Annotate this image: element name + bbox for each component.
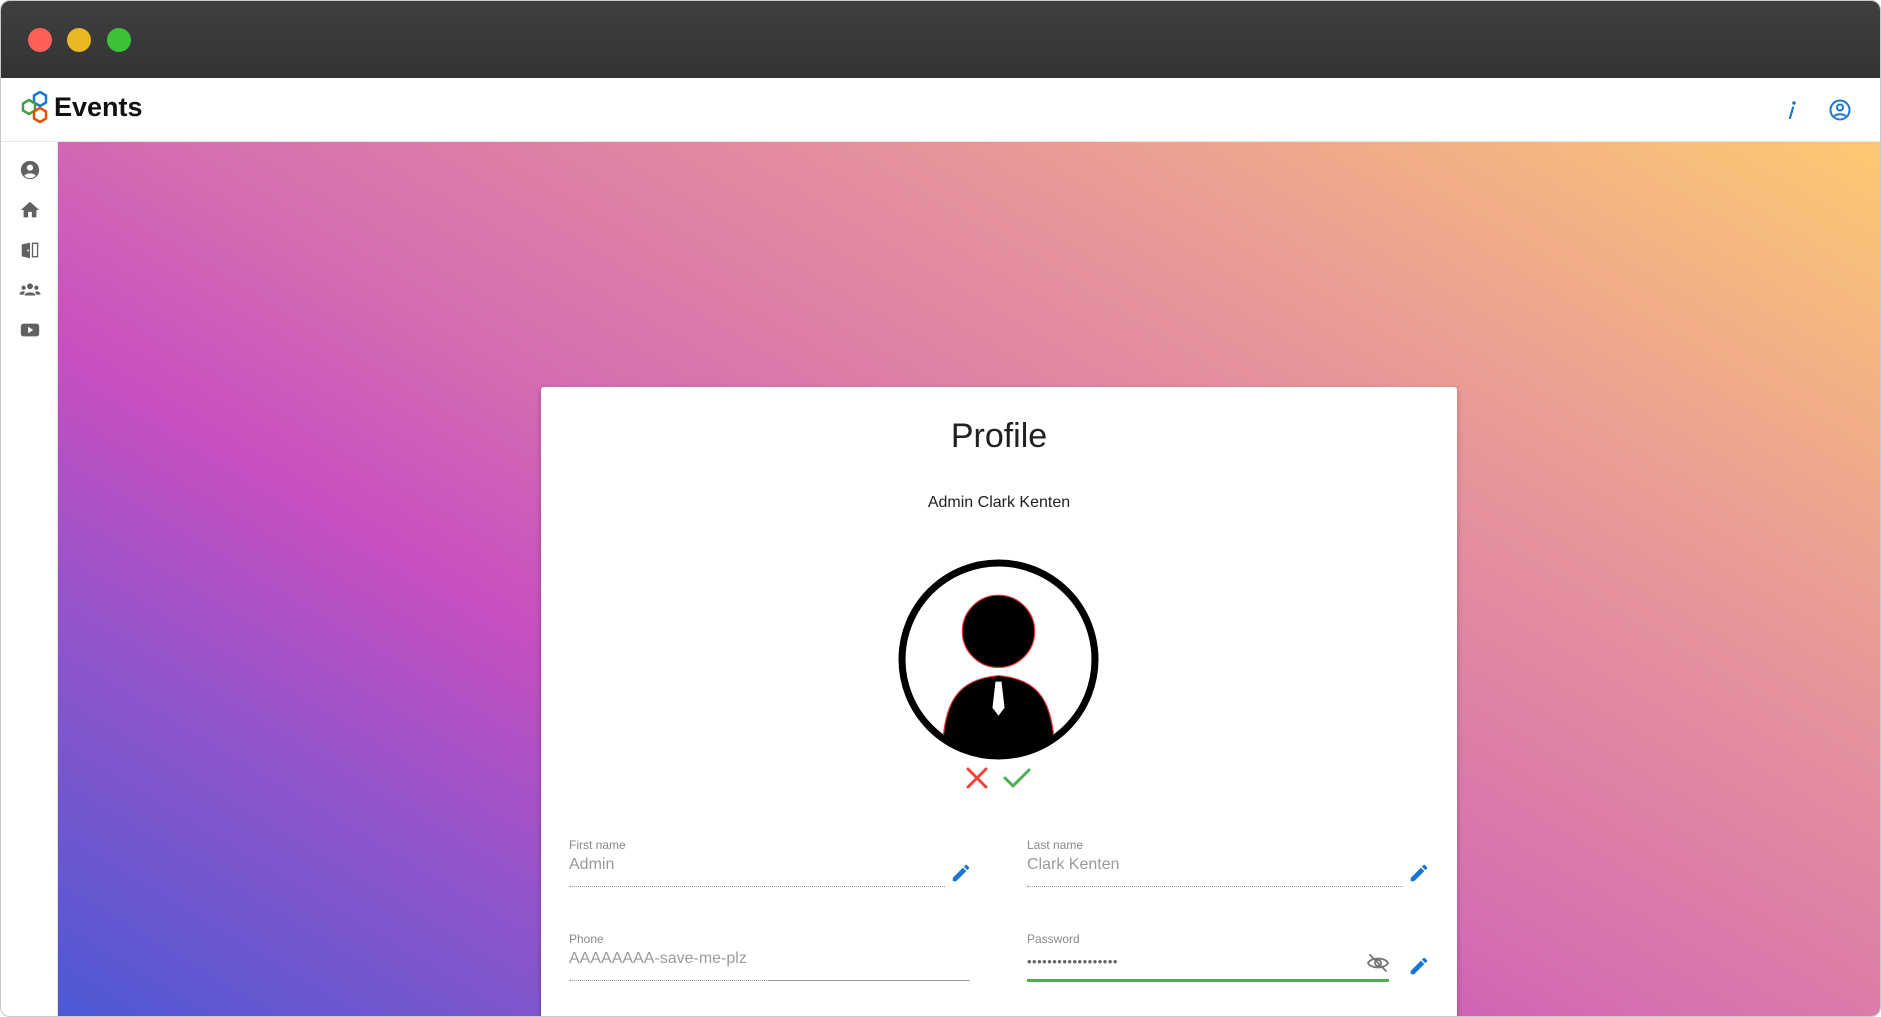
first-name-underline [569,886,945,887]
video-icon [20,323,40,337]
info-button[interactable] [1778,96,1806,124]
first-name-label: First name [569,838,626,852]
toggle-password-visibility-button[interactable] [1365,952,1391,974]
cancel-button[interactable] [962,763,992,793]
door-icon [21,242,39,259]
confirm-button[interactable] [1002,763,1032,793]
last-name-value[interactable]: Clark Kenten [1027,856,1120,874]
profile-full-name: Admin Clark Kenten [927,494,1071,511]
window-titlebar [1,1,1880,78]
home-icon [20,201,40,218]
first-name-value[interactable]: Admin [569,856,614,874]
sidebar-item-rooms[interactable] [16,236,44,264]
phone-underline-solid [769,980,970,981]
maximize-window-button[interactable] [107,28,131,52]
password-underline-focused [1027,979,1389,982]
person-avatar-icon[interactable] [898,559,1099,760]
sidebar-item-groups[interactable] [16,276,44,304]
phone-value[interactable]: AAAAAAAA-save-me-plz [569,950,747,968]
first-name-field[interactable]: First name Admin [569,838,989,890]
last-name-field[interactable]: Last name Clark Kenten [1027,838,1447,890]
page-title: Profile [950,417,1048,455]
profile-card: Profile Admin Clark Kenten First name Ad… [541,387,1457,1016]
phone-field[interactable]: Phone AAAAAAAA-save-me-plz [569,932,989,984]
sidebar-item-profile[interactable] [16,156,44,184]
check-icon [1003,768,1031,788]
account-button[interactable] [1826,96,1854,124]
account-circle-icon [1829,99,1851,121]
edit-last-name-button[interactable] [1406,860,1432,886]
sidebar-item-home[interactable] [16,196,44,224]
password-field[interactable]: Password •••••••••••••••••• [1027,932,1447,984]
minimize-window-button[interactable] [67,28,91,52]
sidebar-nav [1,142,58,1016]
phone-underline-dotted [569,980,769,981]
pencil-icon [1410,864,1428,882]
app-window: Events Profile Admin Clark Kenten First … [0,0,1881,1017]
last-name-underline [1027,886,1403,887]
close-icon [966,767,988,789]
last-name-label: Last name [1027,838,1084,852]
pencil-icon [1410,957,1428,975]
hexagon-logo-icon [21,90,48,124]
sidebar-item-videos[interactable] [16,316,44,344]
account-circle-icon [20,160,40,180]
edit-password-button[interactable] [1406,953,1432,979]
edit-first-name-button[interactable] [948,860,974,886]
app-header: Events [1,78,1880,142]
password-label: Password [1027,932,1080,946]
info-icon [1788,101,1796,120]
pencil-icon [952,864,970,882]
app-brand[interactable]: Events [54,92,143,123]
password-value[interactable]: •••••••••••••••••• [1027,954,1118,969]
main-content: Profile Admin Clark Kenten First name Ad… [58,142,1880,1016]
eye-off-icon [1366,954,1390,972]
group-icon [19,283,41,296]
phone-label: Phone [569,932,604,946]
close-window-button[interactable] [28,28,52,52]
